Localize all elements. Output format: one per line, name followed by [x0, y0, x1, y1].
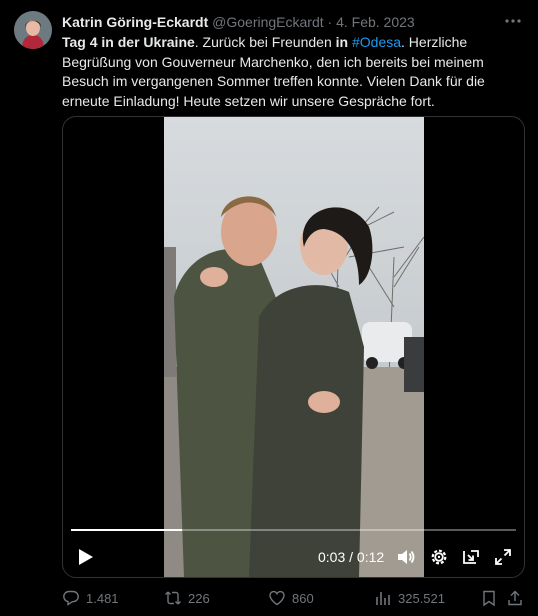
avatar[interactable] — [14, 11, 52, 49]
like-button[interactable]: 860 — [268, 587, 314, 609]
like-count: 860 — [292, 590, 314, 606]
video-player[interactable]: 0:03 / 0:12 — [62, 116, 525, 578]
bookmark-icon — [483, 590, 495, 607]
picture-in-picture-icon[interactable] — [461, 547, 481, 567]
fullscreen-icon[interactable] — [493, 547, 513, 567]
video-frame[interactable] — [164, 117, 424, 577]
share-button[interactable] — [506, 587, 524, 609]
video-controls: 0:03 / 0:12 — [63, 541, 524, 573]
video-progress-fill — [71, 529, 183, 531]
tweet-text-bold-1: Tag 4 in der Ukraine — [62, 34, 195, 50]
settings-gear-icon[interactable] — [429, 547, 449, 567]
repost-icon — [165, 591, 181, 605]
video-progress-bar[interactable] — [71, 529, 516, 531]
video-time: 0:03 / 0:12 — [318, 549, 384, 565]
share-icon — [508, 590, 522, 606]
more-options-icon[interactable] — [500, 12, 526, 32]
repost-count: 226 — [188, 590, 210, 606]
bookmark-button[interactable] — [480, 587, 498, 609]
author-handle[interactable]: @GoeringEckardt — [212, 14, 323, 30]
separator-dot: · — [327, 14, 333, 30]
video-time-total: 0:12 — [356, 549, 385, 565]
tweet-header: Katrin Göring-Eckardt @GoeringEckardt · … — [62, 12, 498, 32]
play-icon[interactable] — [75, 547, 95, 567]
repost-button[interactable]: 226 — [164, 587, 210, 609]
heart-icon — [269, 590, 285, 606]
volume-icon[interactable] — [396, 547, 416, 567]
author-name[interactable]: Katrin Göring-Eckardt — [62, 14, 208, 30]
views-button[interactable]: 325.521 — [374, 587, 445, 609]
analytics-icon — [376, 592, 390, 605]
reply-button[interactable]: 1.481 — [62, 587, 119, 609]
tweet-actions: 1.481 226 860 325.521 — [62, 587, 526, 609]
tweet[interactable]: Katrin Göring-Eckardt @GoeringEckardt · … — [0, 0, 538, 616]
tweet-text: Tag 4 in der Ukraine. Zurück bei Freunde… — [62, 33, 530, 111]
views-count: 325.521 — [398, 590, 445, 606]
reply-count: 1.481 — [86, 590, 119, 606]
tweet-text-2: . Zurück bei Freunden — [194, 34, 336, 50]
reply-icon — [63, 590, 79, 606]
video-time-separator: / — [345, 549, 357, 565]
tweet-date[interactable]: 4. Feb. 2023 — [336, 14, 415, 30]
hashtag-link[interactable]: #Odesa — [352, 34, 401, 50]
tweet-text-bold-2: in — [335, 34, 349, 50]
video-time-current: 0:03 — [318, 549, 346, 565]
